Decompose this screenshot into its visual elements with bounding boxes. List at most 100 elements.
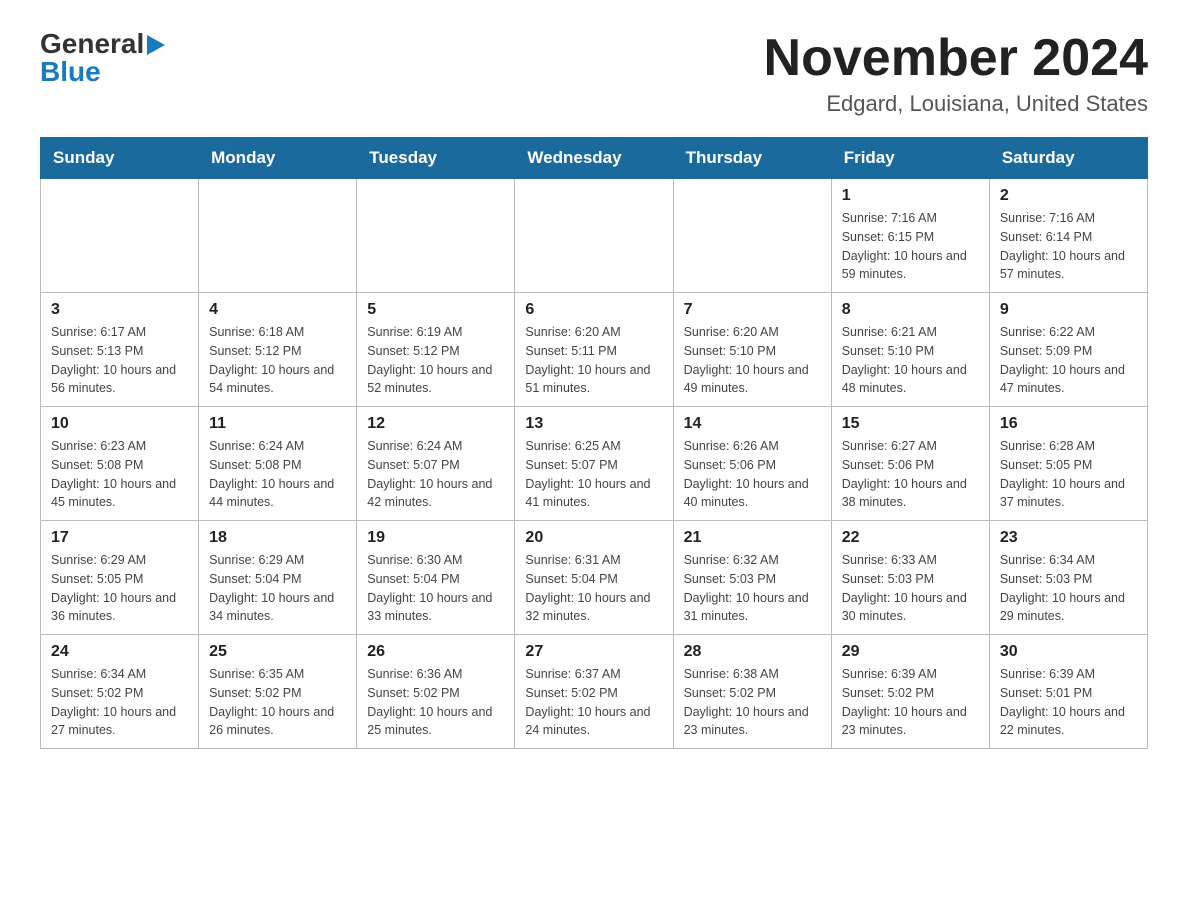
day-info: Sunrise: 6:23 AMSunset: 5:08 PMDaylight:…	[51, 437, 188, 512]
day-info: Sunrise: 6:24 AMSunset: 5:08 PMDaylight:…	[209, 437, 346, 512]
day-number: 18	[209, 529, 346, 547]
day-number: 11	[209, 415, 346, 433]
logo-triangle-icon	[147, 35, 165, 55]
calendar-header-sunday: Sunday	[41, 138, 199, 179]
calendar-cell: 2 Sunrise: 7:16 AMSunset: 6:14 PMDayligh…	[989, 179, 1147, 293]
calendar-cell: 12 Sunrise: 6:24 AMSunset: 5:07 PMDaylig…	[357, 407, 515, 521]
calendar-title: November 2024	[764, 30, 1148, 87]
calendar-cell: 13 Sunrise: 6:25 AMSunset: 5:07 PMDaylig…	[515, 407, 673, 521]
day-number: 7	[684, 301, 821, 319]
day-number: 29	[842, 643, 979, 661]
calendar-week-row: 1 Sunrise: 7:16 AMSunset: 6:15 PMDayligh…	[41, 179, 1148, 293]
calendar-week-row: 3 Sunrise: 6:17 AMSunset: 5:13 PMDayligh…	[41, 293, 1148, 407]
day-info: Sunrise: 6:28 AMSunset: 5:05 PMDaylight:…	[1000, 437, 1137, 512]
day-number: 5	[367, 301, 504, 319]
calendar-cell: 17 Sunrise: 6:29 AMSunset: 5:05 PMDaylig…	[41, 521, 199, 635]
day-info: Sunrise: 6:34 AMSunset: 5:03 PMDaylight:…	[1000, 551, 1137, 626]
day-info: Sunrise: 6:38 AMSunset: 5:02 PMDaylight:…	[684, 665, 821, 740]
day-info: Sunrise: 6:29 AMSunset: 5:05 PMDaylight:…	[51, 551, 188, 626]
day-info: Sunrise: 6:25 AMSunset: 5:07 PMDaylight:…	[525, 437, 662, 512]
day-number: 26	[367, 643, 504, 661]
day-number: 28	[684, 643, 821, 661]
day-number: 14	[684, 415, 821, 433]
logo-general-text: General	[40, 30, 144, 58]
day-info: Sunrise: 6:18 AMSunset: 5:12 PMDaylight:…	[209, 323, 346, 398]
day-info: Sunrise: 6:21 AMSunset: 5:10 PMDaylight:…	[842, 323, 979, 398]
calendar-header-monday: Monday	[199, 138, 357, 179]
calendar-cell	[515, 179, 673, 293]
day-number: 13	[525, 415, 662, 433]
calendar-cell: 19 Sunrise: 6:30 AMSunset: 5:04 PMDaylig…	[357, 521, 515, 635]
calendar-cell	[41, 179, 199, 293]
day-number: 3	[51, 301, 188, 319]
day-info: Sunrise: 6:31 AMSunset: 5:04 PMDaylight:…	[525, 551, 662, 626]
day-number: 21	[684, 529, 821, 547]
calendar-header-tuesday: Tuesday	[357, 138, 515, 179]
calendar-header-friday: Friday	[831, 138, 989, 179]
day-info: Sunrise: 6:30 AMSunset: 5:04 PMDaylight:…	[367, 551, 504, 626]
day-number: 1	[842, 187, 979, 205]
calendar-cell: 23 Sunrise: 6:34 AMSunset: 5:03 PMDaylig…	[989, 521, 1147, 635]
day-number: 17	[51, 529, 188, 547]
day-info: Sunrise: 6:39 AMSunset: 5:02 PMDaylight:…	[842, 665, 979, 740]
calendar-header-row: SundayMondayTuesdayWednesdayThursdayFrid…	[41, 138, 1148, 179]
day-number: 2	[1000, 187, 1137, 205]
header-area: General Blue November 2024 Edgard, Louis…	[40, 30, 1148, 117]
calendar-cell: 7 Sunrise: 6:20 AMSunset: 5:10 PMDayligh…	[673, 293, 831, 407]
calendar-cell: 14 Sunrise: 6:26 AMSunset: 5:06 PMDaylig…	[673, 407, 831, 521]
calendar-cell: 11 Sunrise: 6:24 AMSunset: 5:08 PMDaylig…	[199, 407, 357, 521]
calendar-cell: 30 Sunrise: 6:39 AMSunset: 5:01 PMDaylig…	[989, 635, 1147, 749]
calendar-cell: 20 Sunrise: 6:31 AMSunset: 5:04 PMDaylig…	[515, 521, 673, 635]
day-number: 12	[367, 415, 504, 433]
title-area: November 2024 Edgard, Louisiana, United …	[764, 30, 1148, 117]
calendar-cell: 18 Sunrise: 6:29 AMSunset: 5:04 PMDaylig…	[199, 521, 357, 635]
calendar-week-row: 17 Sunrise: 6:29 AMSunset: 5:05 PMDaylig…	[41, 521, 1148, 635]
calendar-cell: 26 Sunrise: 6:36 AMSunset: 5:02 PMDaylig…	[357, 635, 515, 749]
calendar-cell: 21 Sunrise: 6:32 AMSunset: 5:03 PMDaylig…	[673, 521, 831, 635]
day-info: Sunrise: 6:27 AMSunset: 5:06 PMDaylight:…	[842, 437, 979, 512]
day-info: Sunrise: 7:16 AMSunset: 6:14 PMDaylight:…	[1000, 209, 1137, 284]
day-info: Sunrise: 6:24 AMSunset: 5:07 PMDaylight:…	[367, 437, 504, 512]
day-number: 15	[842, 415, 979, 433]
calendar-header-saturday: Saturday	[989, 138, 1147, 179]
day-number: 27	[525, 643, 662, 661]
calendar-week-row: 10 Sunrise: 6:23 AMSunset: 5:08 PMDaylig…	[41, 407, 1148, 521]
calendar-cell: 15 Sunrise: 6:27 AMSunset: 5:06 PMDaylig…	[831, 407, 989, 521]
day-info: Sunrise: 7:16 AMSunset: 6:15 PMDaylight:…	[842, 209, 979, 284]
calendar-cell: 24 Sunrise: 6:34 AMSunset: 5:02 PMDaylig…	[41, 635, 199, 749]
day-info: Sunrise: 6:34 AMSunset: 5:02 PMDaylight:…	[51, 665, 188, 740]
calendar-cell: 27 Sunrise: 6:37 AMSunset: 5:02 PMDaylig…	[515, 635, 673, 749]
calendar-cell: 4 Sunrise: 6:18 AMSunset: 5:12 PMDayligh…	[199, 293, 357, 407]
calendar-cell	[673, 179, 831, 293]
day-number: 10	[51, 415, 188, 433]
day-number: 20	[525, 529, 662, 547]
day-info: Sunrise: 6:32 AMSunset: 5:03 PMDaylight:…	[684, 551, 821, 626]
calendar-cell	[199, 179, 357, 293]
day-info: Sunrise: 6:20 AMSunset: 5:10 PMDaylight:…	[684, 323, 821, 398]
day-info: Sunrise: 6:29 AMSunset: 5:04 PMDaylight:…	[209, 551, 346, 626]
calendar-cell: 5 Sunrise: 6:19 AMSunset: 5:12 PMDayligh…	[357, 293, 515, 407]
day-info: Sunrise: 6:20 AMSunset: 5:11 PMDaylight:…	[525, 323, 662, 398]
day-number: 30	[1000, 643, 1137, 661]
calendar-cell: 29 Sunrise: 6:39 AMSunset: 5:02 PMDaylig…	[831, 635, 989, 749]
day-info: Sunrise: 6:36 AMSunset: 5:02 PMDaylight:…	[367, 665, 504, 740]
day-number: 6	[525, 301, 662, 319]
calendar-cell: 28 Sunrise: 6:38 AMSunset: 5:02 PMDaylig…	[673, 635, 831, 749]
calendar-cell: 3 Sunrise: 6:17 AMSunset: 5:13 PMDayligh…	[41, 293, 199, 407]
day-info: Sunrise: 6:37 AMSunset: 5:02 PMDaylight:…	[525, 665, 662, 740]
calendar-table: SundayMondayTuesdayWednesdayThursdayFrid…	[40, 137, 1148, 749]
calendar-cell: 9 Sunrise: 6:22 AMSunset: 5:09 PMDayligh…	[989, 293, 1147, 407]
day-number: 16	[1000, 415, 1137, 433]
calendar-header-thursday: Thursday	[673, 138, 831, 179]
day-info: Sunrise: 6:17 AMSunset: 5:13 PMDaylight:…	[51, 323, 188, 398]
day-number: 8	[842, 301, 979, 319]
day-number: 23	[1000, 529, 1137, 547]
logo-blue-text: Blue	[40, 58, 101, 86]
day-info: Sunrise: 6:33 AMSunset: 5:03 PMDaylight:…	[842, 551, 979, 626]
day-info: Sunrise: 6:35 AMSunset: 5:02 PMDaylight:…	[209, 665, 346, 740]
calendar-header-wednesday: Wednesday	[515, 138, 673, 179]
calendar-cell: 22 Sunrise: 6:33 AMSunset: 5:03 PMDaylig…	[831, 521, 989, 635]
calendar-week-row: 24 Sunrise: 6:34 AMSunset: 5:02 PMDaylig…	[41, 635, 1148, 749]
day-number: 19	[367, 529, 504, 547]
calendar-cell: 6 Sunrise: 6:20 AMSunset: 5:11 PMDayligh…	[515, 293, 673, 407]
